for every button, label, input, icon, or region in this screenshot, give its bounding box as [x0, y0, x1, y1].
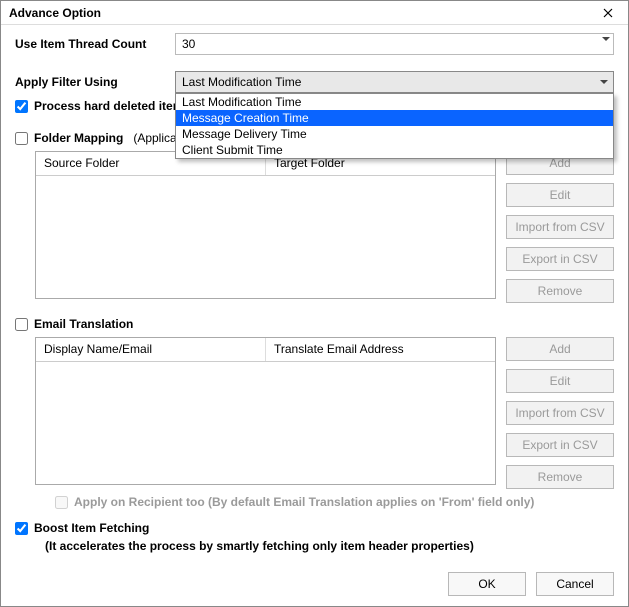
et-export-csv-button[interactable]: Export in CSV — [506, 433, 614, 457]
chevron-down-icon[interactable] — [602, 37, 610, 41]
boost-note: (It accelerates the process by smartly f… — [45, 539, 614, 553]
close-icon — [603, 8, 613, 18]
cancel-button[interactable]: Cancel — [536, 572, 614, 596]
filter-option[interactable]: Message Creation Time — [176, 110, 613, 126]
chevron-down-icon — [600, 80, 608, 84]
window-title: Advance Option — [9, 6, 101, 20]
email-translation-table[interactable]: Display Name/Email Translate Email Addre… — [35, 337, 496, 485]
process-hard-deleted-label: Process hard deleted items — [34, 99, 190, 113]
fm-remove-button[interactable]: Remove — [506, 279, 614, 303]
fm-export-csv-button[interactable]: Export in CSV — [506, 247, 614, 271]
close-button[interactable] — [592, 3, 624, 23]
column-header: Display Name/Email — [36, 338, 266, 361]
email-translation-checkbox[interactable] — [15, 318, 28, 331]
apply-filter-combo[interactable]: Last Modification Time Last Modification… — [175, 71, 614, 93]
apply-filter-selected: Last Modification Time — [182, 75, 301, 89]
table-header: Display Name/Email Translate Email Addre… — [36, 338, 495, 362]
apply-filter-label: Apply Filter Using — [15, 75, 175, 89]
et-remove-button[interactable]: Remove — [506, 465, 614, 489]
email-translation-label: Email Translation — [34, 317, 133, 331]
process-hard-deleted-checkbox[interactable] — [15, 100, 28, 113]
filter-option[interactable]: Client Submit Time — [176, 142, 613, 158]
combo-dropdown-button[interactable] — [595, 72, 613, 92]
fm-import-csv-button[interactable]: Import from CSV — [506, 215, 614, 239]
folder-mapping-table[interactable]: Source Folder Target Folder — [35, 151, 496, 299]
et-add-button[interactable]: Add — [506, 337, 614, 361]
apply-filter-dropdown: Last Modification Time Message Creation … — [175, 93, 614, 159]
boost-item-fetching-checkbox[interactable] — [15, 522, 28, 535]
et-import-csv-button[interactable]: Import from CSV — [506, 401, 614, 425]
et-edit-button[interactable]: Edit — [506, 369, 614, 393]
folder-mapping-checkbox[interactable] — [15, 132, 28, 145]
apply-recipient-label: Apply on Recipient too (By default Email… — [74, 495, 534, 509]
apply-recipient-checkbox — [55, 496, 68, 509]
titlebar: Advance Option — [1, 1, 628, 25]
thread-count-label: Use Item Thread Count — [15, 37, 175, 51]
thread-count-input[interactable] — [175, 33, 614, 55]
filter-option[interactable]: Last Modification Time — [176, 94, 613, 110]
ok-button[interactable]: OK — [448, 572, 526, 596]
advance-option-dialog: Advance Option Use Item Thread Count App… — [0, 0, 629, 607]
fm-edit-button[interactable]: Edit — [506, 183, 614, 207]
filter-option[interactable]: Message Delivery Time — [176, 126, 613, 142]
boost-item-fetching-label: Boost Item Fetching — [34, 521, 149, 535]
column-header: Translate Email Address — [266, 338, 495, 361]
folder-mapping-label: Folder Mapping — [34, 131, 123, 145]
